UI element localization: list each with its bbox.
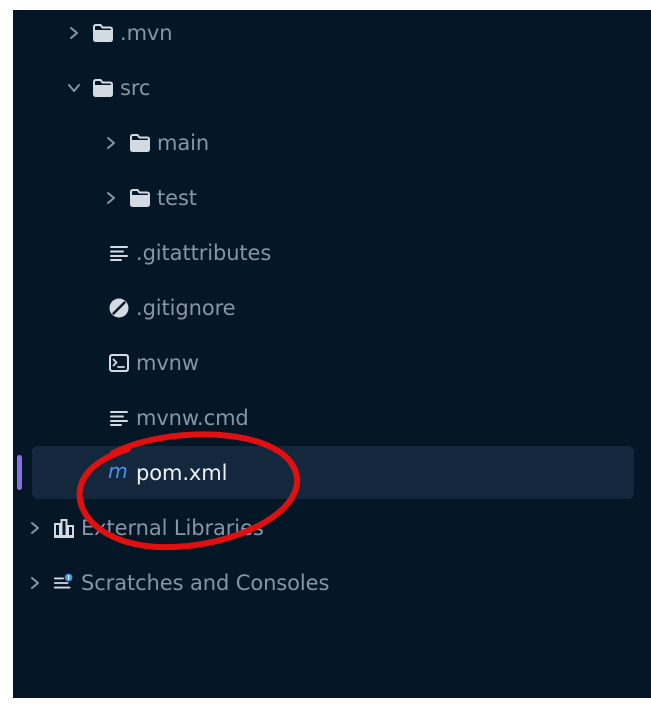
tree-item-gitignore[interactable]: .gitignore bbox=[13, 280, 651, 335]
tree-item-external-libraries[interactable]: External Libraries bbox=[13, 500, 651, 555]
tree-item-main[interactable]: main bbox=[13, 115, 651, 170]
maven-icon: m bbox=[108, 462, 130, 484]
tree-item-label: .mvn bbox=[120, 20, 173, 45]
tree-item-label: mvnw bbox=[136, 350, 199, 375]
tree-item-label: External Libraries bbox=[81, 515, 264, 540]
tree-item-mvn[interactable]: .mvn bbox=[13, 10, 651, 60]
tree-item-label: src bbox=[120, 75, 151, 100]
tree-item-pom-xml[interactable]: m pom.xml bbox=[13, 445, 651, 500]
tree-item-src[interactable]: src bbox=[13, 60, 651, 115]
text-file-icon bbox=[108, 242, 130, 264]
tree-item-scratches-and-consoles[interactable]: Scratches and Consoles bbox=[13, 555, 651, 610]
chevron-right-icon[interactable] bbox=[27, 520, 43, 536]
tree-item-label: test bbox=[157, 185, 197, 210]
library-icon bbox=[53, 517, 75, 539]
folder-icon bbox=[129, 187, 151, 209]
tree-item-label: pom.xml bbox=[136, 460, 228, 485]
folder-icon bbox=[92, 22, 114, 44]
svg-text:m: m bbox=[108, 462, 128, 483]
chevron-right-icon[interactable] bbox=[66, 25, 82, 41]
scratches-icon bbox=[53, 572, 75, 594]
text-file-icon bbox=[108, 407, 130, 429]
tree-item-label: mvnw.cmd bbox=[136, 405, 249, 430]
tree-item-label: .gitattributes bbox=[136, 240, 272, 265]
tree-item-mvnw-cmd[interactable]: mvnw.cmd bbox=[13, 390, 651, 445]
shell-script-icon bbox=[108, 352, 130, 374]
chevron-right-icon[interactable] bbox=[103, 190, 119, 206]
project-tree-panel: .mvn src main test .gitattributes .gitig… bbox=[13, 10, 651, 698]
folder-icon bbox=[129, 132, 151, 154]
tree-item-test[interactable]: test bbox=[13, 170, 651, 225]
folder-icon bbox=[92, 77, 114, 99]
ignore-file-icon bbox=[108, 297, 130, 319]
tree-item-label: Scratches and Consoles bbox=[81, 570, 330, 595]
tree-item-label: .gitignore bbox=[136, 295, 236, 320]
chevron-right-icon[interactable] bbox=[103, 135, 119, 151]
tree-item-label: main bbox=[157, 130, 210, 155]
chevron-right-icon[interactable] bbox=[27, 575, 43, 591]
tree-item-mvnw[interactable]: mvnw bbox=[13, 335, 651, 390]
tree-item-gitattributes[interactable]: .gitattributes bbox=[13, 225, 651, 280]
chevron-down-icon[interactable] bbox=[66, 80, 82, 96]
